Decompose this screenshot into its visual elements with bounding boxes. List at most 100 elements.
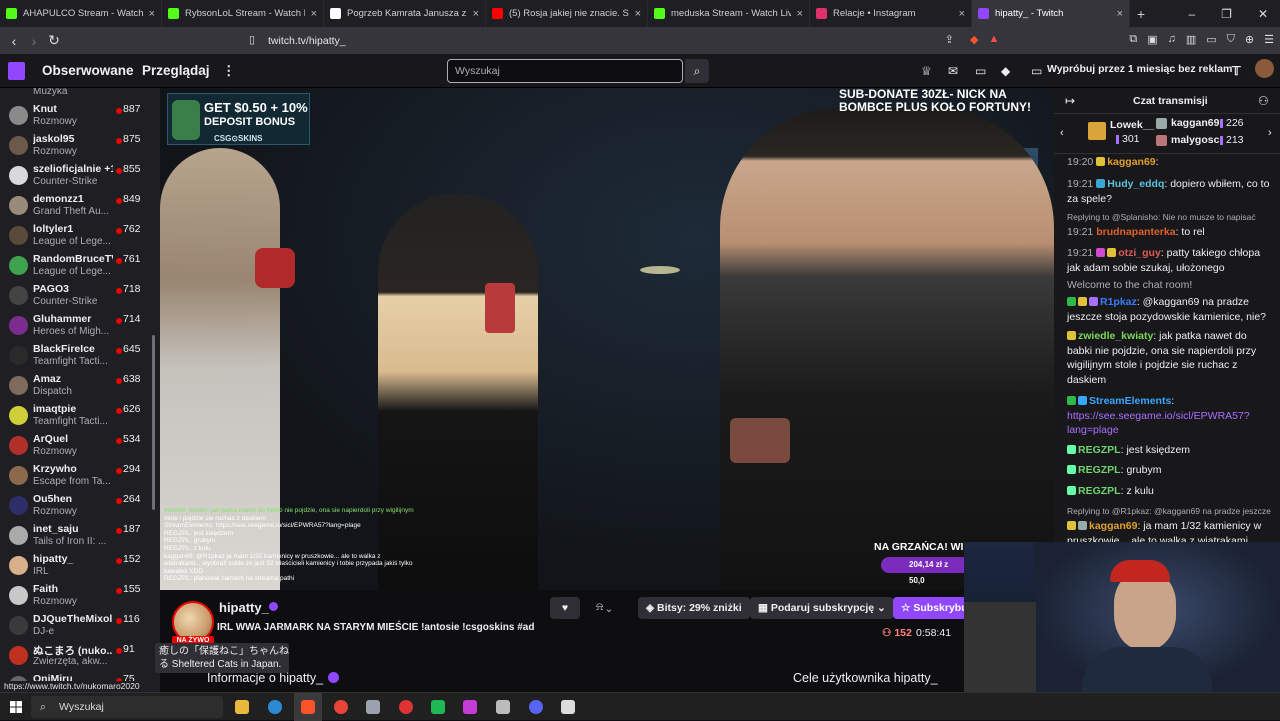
sidebar-channel[interactable]: Amaz Dispatch 638 xyxy=(0,371,160,401)
music-icon[interactable]: ♫ xyxy=(1168,33,1176,46)
brave-rewards-icon[interactable]: ▲ xyxy=(988,33,999,46)
inbox-icon[interactable]: ✉ xyxy=(948,64,958,78)
user-avatar[interactable] xyxy=(1255,59,1274,78)
windows-start-icon[interactable] xyxy=(10,701,22,713)
search-input[interactable]: Wyszukaj xyxy=(447,59,683,83)
sidebar-channel[interactable]: Krzywho Escape from Ta... 294 xyxy=(0,461,160,491)
shield-icon[interactable]: ⛉ xyxy=(1227,33,1235,46)
nav-browse[interactable]: Przeglądaj xyxy=(142,63,210,78)
discord-icon[interactable] xyxy=(529,700,543,714)
notification-bell-icon[interactable]: ⍾ ⌄ xyxy=(596,601,612,614)
url-field[interactable]: twitch.tv/hipatty_ xyxy=(268,33,958,49)
mug xyxy=(730,418,790,463)
video-player[interactable]: GET $0.50 + 10% DEPOSIT BONUS CSG⊙SKINS … xyxy=(160,88,1054,590)
collapse-chat-icon[interactable]: ↦ xyxy=(1065,94,1075,108)
sidebar-channel[interactable]: jaskol95 Rozmowy 875 xyxy=(0,131,160,161)
close-icon[interactable]: × xyxy=(1117,8,1123,20)
vpn-icon[interactable]: ⊕ xyxy=(1245,33,1254,46)
sidebar-scrollbar[interactable] xyxy=(152,335,155,510)
sidebar-channel[interactable]: Gluhammer Heroes of Migh... 714 xyxy=(0,311,160,341)
sidebar-channel[interactable]: hipatty_ IRL 152 xyxy=(0,551,160,581)
forward-icon[interactable]: › xyxy=(24,33,44,49)
share-icon[interactable]: ⇪ xyxy=(945,33,954,46)
chevron-right-icon[interactable]: › xyxy=(1268,127,1272,139)
notifications-icon[interactable]: ◆ xyxy=(1001,64,1010,78)
browser-tab[interactable]: Relacje • Instagram × xyxy=(810,0,972,27)
sidebar-channel[interactable]: ArQuel Rozmowy 534 xyxy=(0,431,160,461)
taskbar-search[interactable]: ⌕ Wyszukaj xyxy=(31,696,223,718)
app-icon[interactable] xyxy=(431,700,445,714)
sidebar-channel[interactable]: BlackFireIce Teamfight Tacti... 645 xyxy=(0,341,160,371)
more-icon[interactable]: ⋮ xyxy=(222,63,236,79)
close-icon[interactable]: × xyxy=(311,8,317,20)
viewer-count: 534 xyxy=(123,433,141,445)
follow-button[interactable]: ♥ xyxy=(550,597,580,619)
sidebar-channel[interactable]: ぬこまろ (nuko... Zwierzęta, akw... 91 xyxy=(0,641,160,671)
sidebar-channel[interactable]: DJQueTheMixol... DJ-e 116 xyxy=(0,611,160,641)
sidebar-channel[interactable]: loltyler1 League of Lege... 762 xyxy=(0,221,160,251)
browser-tab[interactable]: RybsonLoL Stream - Watch Live on× xyxy=(162,0,324,27)
close-icon[interactable]: × xyxy=(149,8,155,20)
close-icon[interactable]: × xyxy=(473,8,479,20)
extension-icon[interactable]: ⧉ xyxy=(1129,33,1137,46)
close-icon[interactable]: × xyxy=(959,8,965,20)
app-icon[interactable] xyxy=(496,700,510,714)
close-window-icon[interactable]: ✕ xyxy=(1258,7,1268,21)
goals-tab[interactable]: Cele użytkownika hipatty_ xyxy=(793,671,938,685)
chevron-left-icon[interactable]: ‹ xyxy=(1060,127,1064,139)
gift-sub-button[interactable]: ▦ Podaruj subskrypcję ⌄ xyxy=(750,597,894,619)
new-tab-button[interactable]: + xyxy=(1130,6,1152,22)
ad-free-promo-button[interactable]: Wypróbuj przez 1 miesiąc bez reklam xyxy=(1047,63,1232,75)
bits-button[interactable]: ◈ Bitsy: 29% zniżki xyxy=(638,597,750,619)
sidebar-channel[interactable]: inet_saju Tails of Iron II: ... 187 xyxy=(0,521,160,551)
close-icon[interactable]: × xyxy=(797,8,803,20)
twitch-logo-icon[interactable] xyxy=(8,62,25,80)
menu-icon[interactable]: ☰ xyxy=(1264,33,1274,46)
sidebar-channel[interactable]: PAGO3 Counter-Strike 718 xyxy=(0,281,160,311)
maximize-icon[interactable]: ❐ xyxy=(1221,7,1232,21)
sidebar-channel[interactable]: Faith Rozmowy 155 xyxy=(0,581,160,611)
app-icon[interactable] xyxy=(561,700,575,714)
channel-name[interactable]: hipatty_ xyxy=(219,600,269,615)
whispers-icon[interactable]: ▭ xyxy=(975,64,986,78)
browser-tab[interactable]: Pogrzeb Kamrata Janusza z Wojciech× xyxy=(324,0,486,27)
prime-loot-icon[interactable]: ♕ xyxy=(921,64,932,78)
wallet-icon[interactable]: ▭ xyxy=(1206,33,1216,46)
app-icon[interactable] xyxy=(366,700,380,714)
file-explorer-icon[interactable] xyxy=(235,700,249,714)
browser-tab[interactable]: meduska Stream - Watch Live on× xyxy=(648,0,810,27)
reload-icon[interactable]: ↻ xyxy=(44,32,64,49)
browser-tab-active[interactable]: hipatty_ - Twitch × xyxy=(972,0,1130,27)
chrome-icon[interactable] xyxy=(334,700,348,714)
badge-icon xyxy=(1067,396,1076,405)
sidebar-channel[interactable]: demonzz1 Grand Theft Au... 849 xyxy=(0,191,160,221)
browser-tab[interactable]: AHAPULCO Stream - Watch Live on× xyxy=(0,0,162,27)
close-icon[interactable]: × xyxy=(635,8,641,20)
sidebar-channel[interactable]: imaqtpie Teamfight Tacti... 626 xyxy=(0,401,160,431)
viewer-count: 91 xyxy=(123,643,135,655)
edge-icon[interactable] xyxy=(268,700,282,714)
sidebar-channel[interactable]: RandomBruceTV League of Lege... 761 xyxy=(0,251,160,281)
about-tab[interactable]: Informacje o hipatty_ xyxy=(207,671,323,685)
obs-icon[interactable] xyxy=(399,700,413,714)
back-icon[interactable]: ‹ xyxy=(4,33,24,49)
sidebar-channel[interactable]: szelioficjalnie +1 Counter-Strike 855 xyxy=(0,161,160,191)
bookmark-icon[interactable]: ▯ xyxy=(249,33,255,46)
minimize-icon[interactable]: – xyxy=(1188,7,1195,21)
sidebar-channel[interactable]: Knut Rozmowy 887 xyxy=(0,101,160,131)
sidebar-channel[interactable]: Ou5hen Rozmowy 264 xyxy=(0,491,160,521)
browser-tab[interactable]: (5) Rosja jakiej nie znacie. Sachalin -× xyxy=(486,0,648,27)
subscribe-button[interactable]: ☆ Subskrybuj xyxy=(893,597,965,619)
chat-link[interactable]: https://see.seegame.io/sicl/EPWRA57?lang… xyxy=(1067,410,1250,437)
sidebar-icon[interactable]: ▥ xyxy=(1186,33,1196,46)
users-icon[interactable]: ⚇ xyxy=(1258,94,1269,108)
turbo-icon[interactable]: 𝕋 xyxy=(1232,64,1241,78)
app-icon[interactable] xyxy=(463,700,477,714)
live-dot-icon xyxy=(116,108,122,114)
extension-icon[interactable]: ▣ xyxy=(1147,33,1157,46)
search-icon[interactable]: ⌕ xyxy=(685,59,709,83)
brave-shield-icon[interactable]: ◆ xyxy=(970,33,978,46)
nav-following[interactable]: Obserwowane xyxy=(42,63,134,78)
csgoskins-ad-banner[interactable]: GET $0.50 + 10% DEPOSIT BONUS CSG⊙SKINS xyxy=(167,93,310,145)
brave-icon[interactable] xyxy=(301,700,315,714)
